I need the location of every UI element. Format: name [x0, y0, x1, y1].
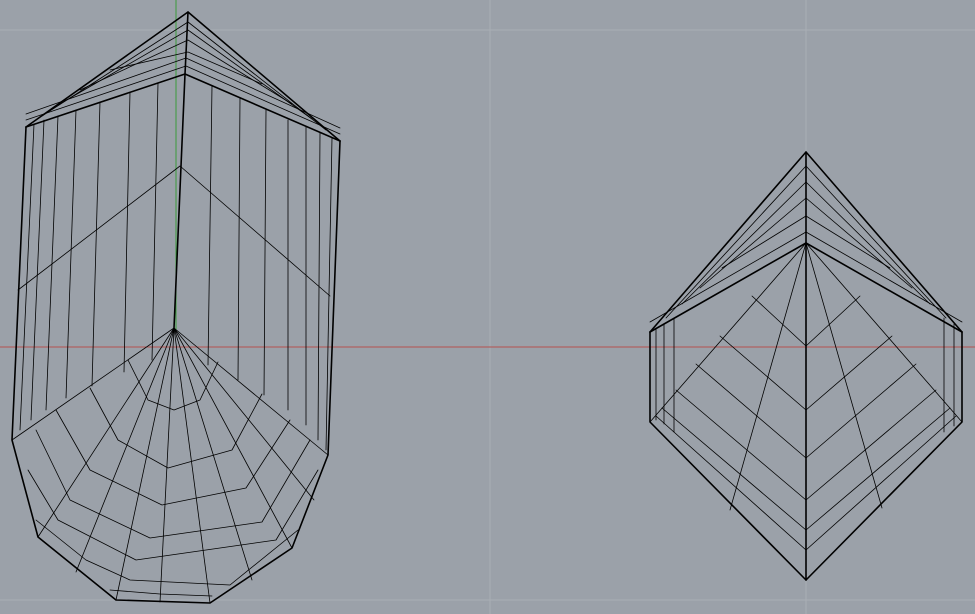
viewport-background [0, 0, 975, 614]
perspective-viewport[interactable] [0, 0, 975, 614]
viewport-canvas[interactable] [0, 0, 975, 614]
